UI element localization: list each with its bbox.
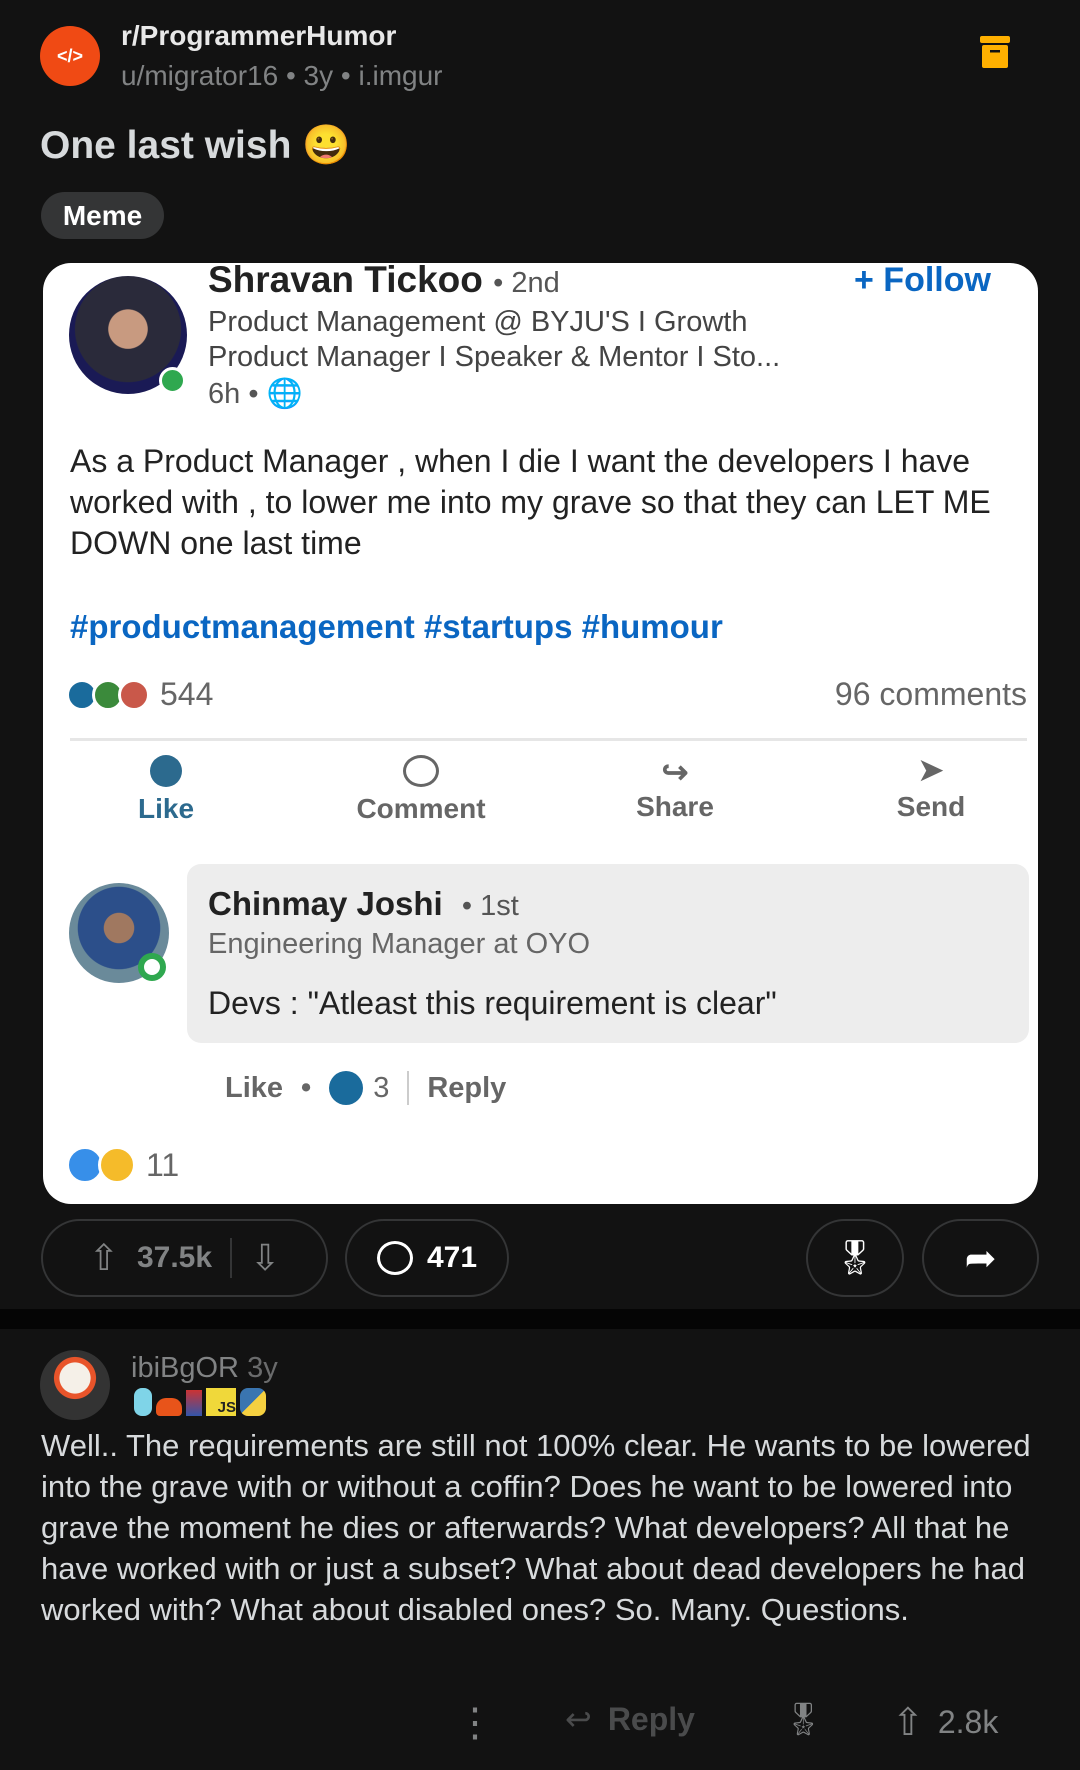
like-action: Like (66, 755, 266, 825)
downvote-icon[interactable]: ⇩ (250, 1237, 280, 1279)
comment-reaction-summary: 11 (66, 1146, 179, 1184)
post-time: 6h • 🌐 (208, 378, 303, 410)
author-name: Shravan Tickoo • 2nd (208, 263, 560, 300)
share-icon: ➦ (964, 1237, 997, 1280)
more-options-icon[interactable]: ⋮ (455, 1700, 495, 1746)
commenter-online-dot (138, 953, 166, 981)
reply-icon: ↩ (565, 1701, 592, 1737)
comment-icon (403, 755, 439, 787)
post-meta: u/migrator16 • 3y • i.imgur (121, 60, 443, 91)
comment-body: Well.. The requirements are still not 10… (41, 1428, 1031, 1627)
linkedin-post-text: As a Product Manager , when I die I want… (70, 443, 991, 561)
commenter-name: Chinmay Joshi • 1st (208, 885, 519, 922)
vote-control: ⇧ 37.5k ⇩ (41, 1219, 328, 1297)
commenter-title: Engineering Manager at OYO (208, 928, 591, 960)
comment-action: Comment (321, 755, 521, 825)
javascript-icon: JS (206, 1388, 236, 1416)
author-headline-2: Product Manager I Speaker & Mentor I Sto… (208, 341, 781, 373)
archive-icon (980, 36, 1010, 68)
laugh-icon (98, 1146, 136, 1184)
award-icon: 🎖︎ (783, 1701, 824, 1737)
love-reaction-icon (118, 678, 150, 711)
follow-button: + Follow (854, 263, 991, 299)
award-icon: 🎖︎ (833, 1239, 877, 1277)
python-icon (240, 1388, 266, 1416)
java-icon (186, 1390, 202, 1416)
upvote-icon[interactable]: ⇧ (89, 1237, 119, 1279)
comment-bubble-icon (376, 1241, 413, 1275)
like-icon (150, 755, 182, 787)
commenter-snoo-avatar[interactable] (40, 1350, 110, 1420)
award-button[interactable]: 🎖︎ (806, 1219, 904, 1297)
comment-actions: Like • 3 Reply (225, 1071, 507, 1105)
go-gopher-icon (134, 1388, 152, 1416)
subreddit-avatar[interactable]: </> (40, 26, 100, 86)
share-action: ↪ Share (575, 753, 775, 823)
flair-chip[interactable]: Meme (41, 192, 164, 239)
award-comment-button[interactable]: 🎖︎ (783, 1700, 824, 1738)
post-title: One last wish 😀 (40, 124, 351, 167)
hashtags: #productmanagement #startups #humour (70, 608, 723, 645)
globe-icon: 🌐 (266, 378, 303, 410)
post-image[interactable]: Shravan Tickoo • 2nd + Follow Product Ma… (43, 263, 1038, 1204)
divider (70, 738, 1027, 741)
comment-text: Devs : "Atleast this requirement is clea… (208, 985, 777, 1021)
send-action: ➤ Send (831, 753, 1031, 823)
upvote-icon[interactable]: ⇧ (892, 1700, 924, 1745)
comment-vote: ⇧ 2.8k (892, 1700, 999, 1745)
comment-author[interactable]: ibiBgOR 3y (131, 1352, 278, 1385)
user-flair: JS (134, 1388, 266, 1416)
reply-button[interactable]: ↩ Reply (565, 1700, 695, 1738)
section-divider (0, 1309, 1080, 1329)
reaction-summary: 544 (66, 676, 213, 713)
subreddit-name[interactable]: r/ProgrammerHumor (121, 20, 396, 52)
author-headline-1: Product Management @ BYJU'S I Growth (208, 306, 748, 338)
send-icon: ➤ (918, 754, 944, 787)
online-dot (159, 367, 186, 394)
rust-crab-icon (156, 1398, 182, 1416)
comment-count: 96 comments (834, 676, 1027, 712)
share-icon: ↪ (661, 754, 689, 790)
comments-button[interactable]: 471 (345, 1219, 509, 1297)
share-button[interactable]: ➦ (922, 1219, 1039, 1297)
like-reaction-icon (329, 1071, 364, 1105)
